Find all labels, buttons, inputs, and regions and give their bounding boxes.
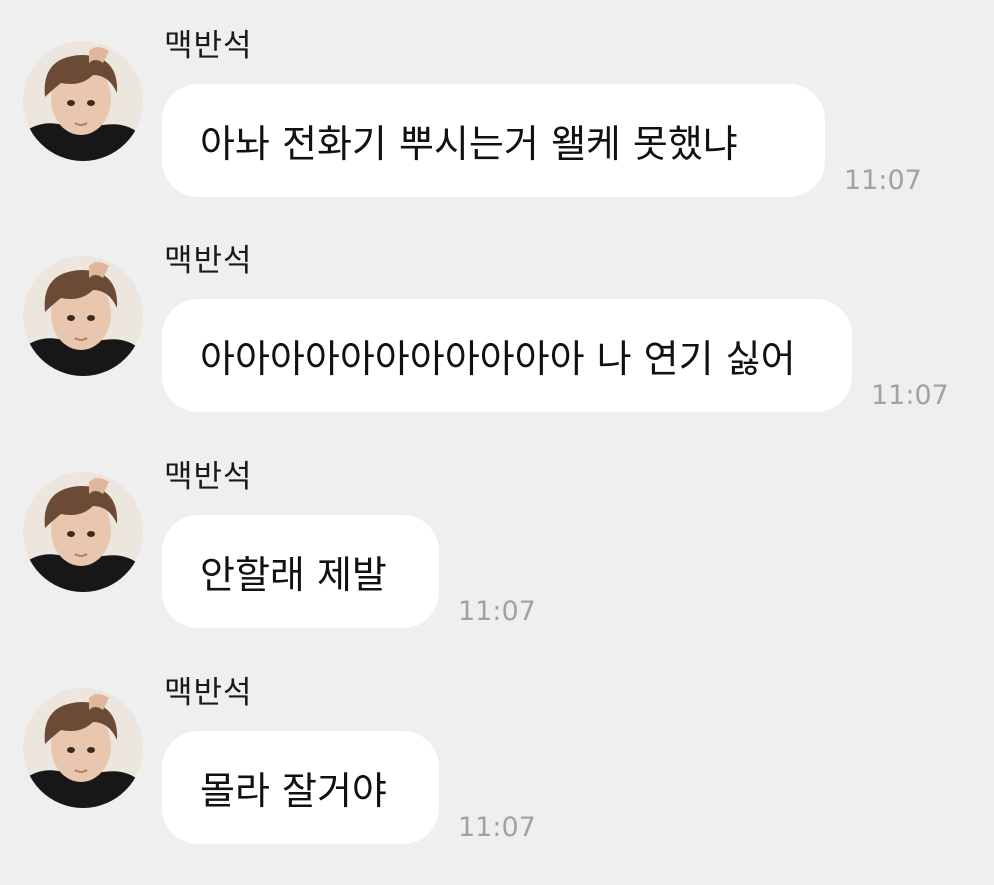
profile-photo-icon: [23, 688, 143, 808]
message-bubble[interactable]: 몰라 잘거야: [162, 731, 439, 844]
message-timestamp: 11:07: [871, 380, 949, 411]
avatar[interactable]: [23, 41, 143, 161]
message-row: 맥반석 몰라 잘거야 11:07: [0, 647, 994, 857]
sender-name: 맥반석: [164, 243, 253, 279]
message-timestamp: 11:07: [458, 596, 536, 627]
message-timestamp: 11:07: [844, 165, 922, 196]
message-bubble[interactable]: 아놔 전화기 뿌시는거 왤케 못했냐: [162, 84, 825, 197]
avatar[interactable]: [23, 472, 143, 592]
message-bubble[interactable]: 아아아아아아아아아아아 나 연기 싫어: [162, 299, 852, 412]
message-row: 맥반석 아아아아아아아아아아아 나 연기 싫어 11:07: [0, 215, 994, 425]
profile-photo-icon: [23, 256, 143, 376]
avatar[interactable]: [23, 256, 143, 376]
sender-name: 맥반석: [164, 28, 253, 64]
sender-name: 맥반석: [164, 675, 253, 711]
chat-log: 맥반석 아놔 전화기 뿌시는거 왤케 못했냐 11:07 맥반석 아아아아아아아…: [0, 0, 994, 885]
avatar[interactable]: [23, 688, 143, 808]
message-row: 맥반석 아놔 전화기 뿌시는거 왤케 못했냐 11:07: [0, 0, 994, 210]
profile-photo-icon: [23, 472, 143, 592]
profile-photo-icon: [23, 41, 143, 161]
message-row: 맥반석 안할래 제발 11:07: [0, 431, 994, 641]
message-bubble[interactable]: 안할래 제발: [162, 515, 439, 628]
message-timestamp: 11:07: [458, 812, 536, 843]
sender-name: 맥반석: [164, 459, 253, 495]
